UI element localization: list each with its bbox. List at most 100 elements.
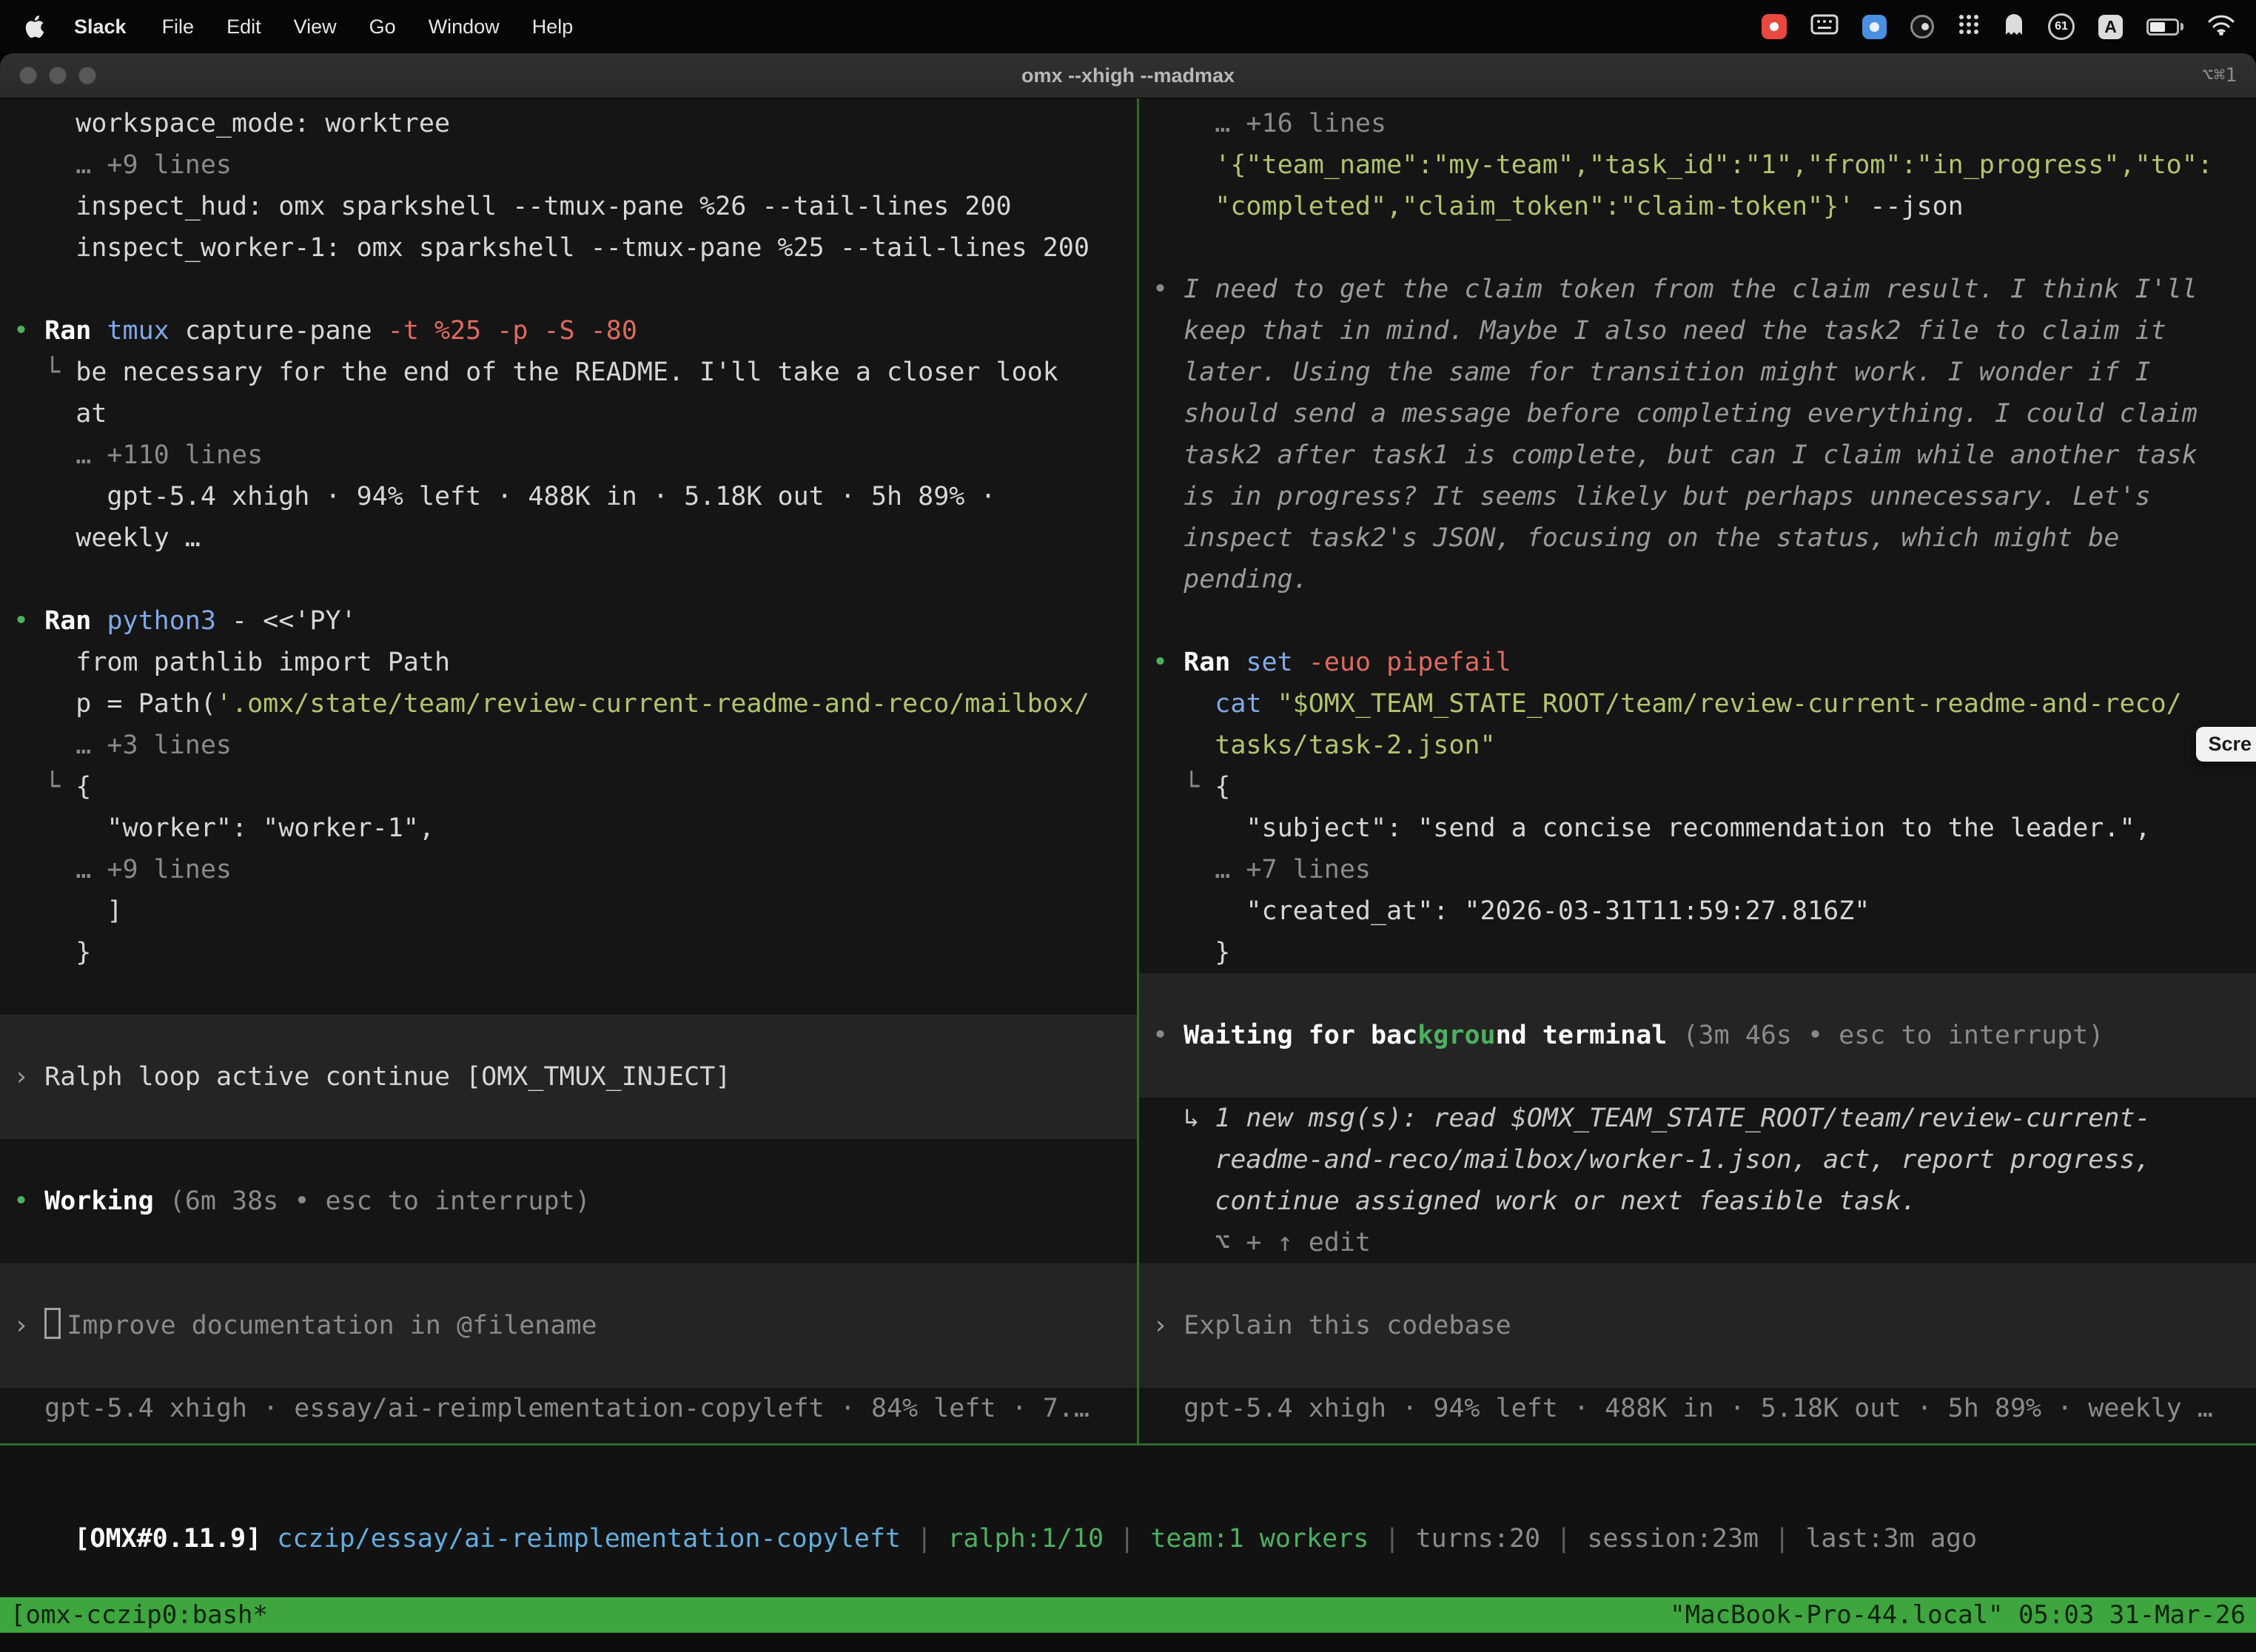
text-segment: readme-and-reco/mailbox/worker-1.json, a…	[1152, 1145, 2151, 1175]
text-segment: •	[13, 316, 44, 346]
terminal-line: "subject": "send a concise recommendatio…	[1139, 807, 2256, 849]
text-segment: --json	[1854, 192, 1964, 221]
text-segment: •	[1152, 275, 1184, 304]
text-segment: └	[13, 357, 75, 387]
terminal-line	[1139, 227, 2256, 269]
menu-go[interactable]: Go	[353, 16, 412, 38]
text-segment	[1230, 648, 1246, 677]
left-pane[interactable]: workspace_mode: worktree … +9 lines insp…	[0, 98, 1137, 1443]
menu-help[interactable]: Help	[516, 16, 590, 38]
blue-app-icon[interactable]	[1862, 15, 1887, 39]
battery-gauge-icon[interactable]: 61	[2048, 13, 2075, 40]
text-segment: … +110 lines	[13, 440, 263, 470]
text-segment: |	[1540, 1524, 1587, 1554]
terminal-line: ]	[0, 890, 1137, 932]
keyboard-icon[interactable]	[1810, 14, 1839, 40]
terminal-line: … +3 lines	[0, 725, 1137, 766]
apple-menu-icon[interactable]	[24, 13, 46, 40]
text-segment: set	[1246, 648, 1292, 677]
text-segment: ]	[13, 896, 123, 926]
text-segment: {	[75, 772, 91, 802]
text-segment: "completed","claim_token":"claim-token"}…	[1152, 192, 1854, 221]
tmux-host-clock-label: "MacBook-Pro-44.local" 05:03 31-Mar-26	[1670, 1597, 2246, 1633]
terminal-line	[0, 973, 1137, 1015]
text-segment	[1152, 689, 1215, 719]
text-segment: [OMX#0.11.9]	[74, 1524, 261, 1554]
terminal-line	[0, 559, 1137, 600]
text-segment: ›	[13, 1062, 44, 1092]
terminal-line: '{"team_name":"my-team","task_id":"1","f…	[1139, 144, 2256, 186]
text-segment: |	[1369, 1524, 1415, 1554]
text-segment: keep that in mind. Maybe I also need the…	[1152, 316, 2166, 346]
terminal-line	[0, 1346, 1137, 1388]
active-app-menu[interactable]: Slack	[65, 16, 135, 38]
dots-grid-icon[interactable]	[1958, 13, 1980, 41]
terminal-line: p = Path('.omx/state/team/review-current…	[0, 683, 1137, 725]
wifi-icon[interactable]	[2207, 13, 2235, 41]
text-segment: •	[1152, 1021, 1184, 1050]
text-segment: Ran	[1184, 648, 1230, 677]
terminal-line	[1139, 600, 2256, 642]
text-segment: {	[1215, 772, 1230, 802]
terminal-line: … +9 lines	[0, 849, 1137, 890]
terminal-line: ↳ 1 new msg(s): read $OMX_TEAM_STATE_ROO…	[1139, 1098, 2256, 1139]
right-pane[interactable]: … +16 lines '{"team_name":"my-team","tas…	[1139, 98, 2256, 1443]
terminal-line: }	[0, 932, 1137, 973]
window-shortcut-hint: ⌥⌘1	[2202, 64, 2237, 87]
text-segment: session:23m	[1587, 1524, 1759, 1554]
terminal-line: … +9 lines	[0, 144, 1137, 186]
terminal-line: cat "$OMX_TEAM_STATE_ROOT/team/review-cu…	[1139, 683, 2256, 725]
menu-file[interactable]: File	[146, 16, 211, 38]
text-segment: |	[901, 1524, 947, 1554]
text-segment: turns:20	[1416, 1524, 1541, 1554]
text-segment: tmux	[107, 316, 169, 346]
text-segment: "created_at": "2026-03-31T11:59:27.816Z"	[1152, 896, 1870, 926]
text-segment: kgrou	[1417, 1021, 1495, 1050]
battery-icon[interactable]	[2146, 19, 2183, 36]
terminal-line: • Waiting for background terminal (3m 46…	[1139, 1015, 2256, 1056]
screen-recording-indicator-icon[interactable]	[1762, 14, 1787, 39]
text-segment: inspect_worker-1: omx sparkshell --tmux-…	[13, 233, 1090, 263]
text-segment	[1293, 648, 1309, 677]
screen-notification[interactable]: Scre	[2196, 727, 2256, 762]
text-segment: (6m 38s • esc to interrupt)	[154, 1186, 591, 1216]
terminal-line	[0, 1222, 1137, 1263]
input-source-icon[interactable]: A	[2098, 15, 2123, 39]
text-segment: team:1 workers	[1150, 1524, 1369, 1554]
text-segment: |	[1104, 1524, 1150, 1554]
text-segment	[91, 316, 107, 346]
minimize-button[interactable]	[49, 67, 67, 84]
terminal-window: omx --xhigh --madmax ⌥⌘1 workspace_mode:…	[0, 53, 2256, 1652]
menu-edit[interactable]: Edit	[210, 16, 278, 38]
zoom-button[interactable]	[78, 67, 96, 84]
text-segment: "$OMX_TEAM_STATE_ROOT/team/review-curren…	[1278, 689, 2182, 719]
text-segment: later. Using the same for transition mig…	[1152, 357, 2151, 387]
menubar-menus: FileEditViewGoWindowHelp	[146, 16, 590, 38]
terminal-line: continue assigned work or next feasible …	[1139, 1181, 2256, 1222]
terminal-line: should send a message before completing …	[1139, 393, 2256, 434]
text-segment: inspect_hud: omx sparkshell --tmux-pane …	[13, 192, 1012, 221]
ghost-app-icon[interactable]	[2004, 13, 2024, 41]
terminal-line: is in progress? It seems likely but perh…	[1139, 476, 2256, 517]
text-segment: }	[13, 938, 91, 967]
text-segment: task2 after task1 is complete, but can I…	[1152, 440, 2198, 470]
terminal-line	[0, 1263, 1137, 1305]
close-button[interactable]	[19, 67, 37, 84]
text-segment: at	[13, 399, 107, 429]
text-segment: └	[13, 772, 75, 802]
text-segment: '{"team_name":"my-team","task_id":"1","f…	[1152, 150, 2213, 180]
terminal-line: "created_at": "2026-03-31T11:59:27.816Z"	[1139, 890, 2256, 932]
dark-app-icon[interactable]	[1910, 15, 1934, 38]
terminal-line: workspace_mode: worktree	[0, 103, 1137, 144]
terminal-line	[1139, 1056, 2256, 1098]
window-titlebar[interactable]: omx --xhigh --madmax ⌥⌘1	[0, 53, 2256, 98]
text-segment: inspect task2's JSON, focusing on the st…	[1152, 523, 2119, 553]
text-segment: … +3 lines	[13, 731, 232, 760]
text-segment: •	[13, 1186, 44, 1216]
terminal-line: }	[1139, 932, 2256, 973]
terminal-line: gpt-5.4 xhigh · 94% left · 488K in · 5.1…	[0, 476, 1137, 517]
menu-view[interactable]: View	[278, 16, 353, 38]
terminal-line	[1139, 1346, 2256, 1388]
text-segment: "worker": "worker-1",	[13, 813, 434, 843]
menu-window[interactable]: Window	[412, 16, 516, 38]
